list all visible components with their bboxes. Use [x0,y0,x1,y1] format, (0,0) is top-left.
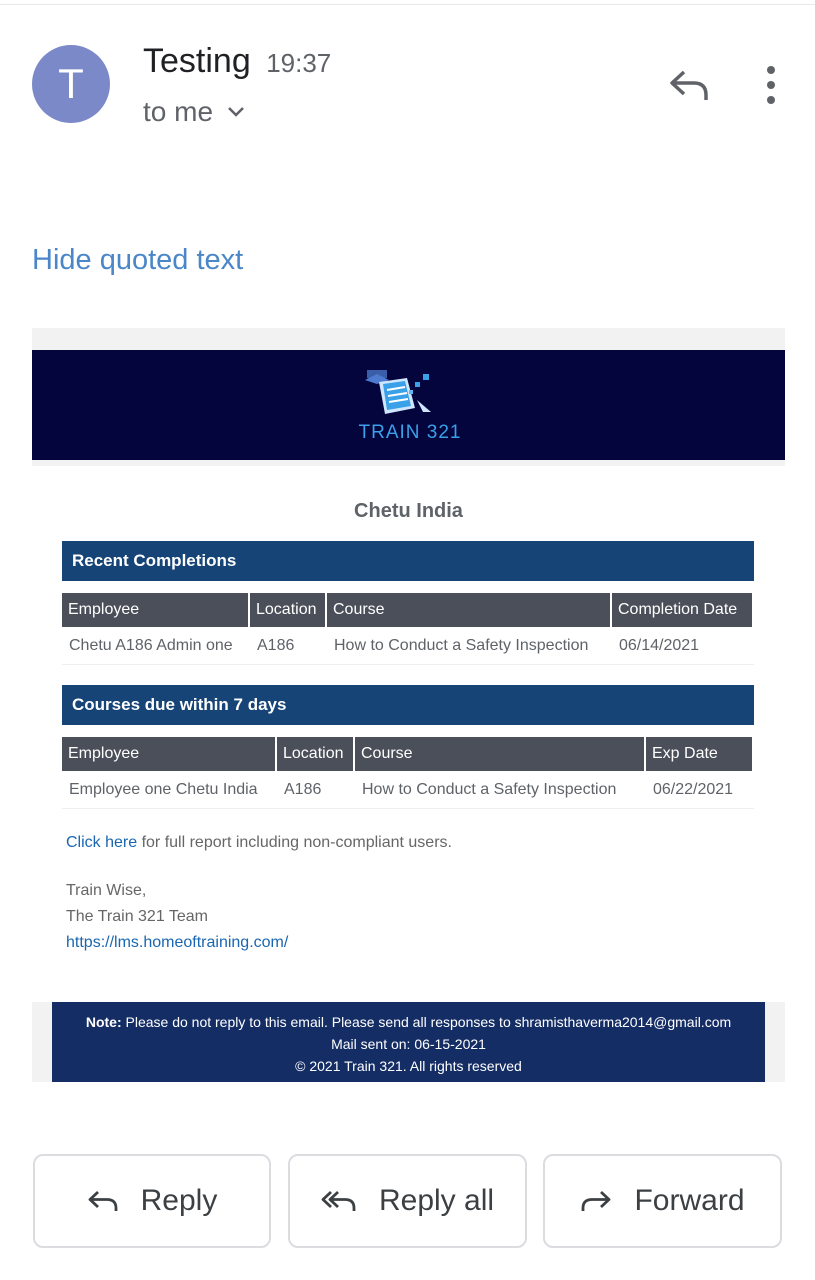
report-note-text: for full report including non-compliant … [137,834,452,851]
table-cell: Employee one Chetu India [69,781,258,798]
table-row: Employee one Chetu India A186 How to Con… [62,771,754,809]
click-here-link[interactable]: Click here [66,834,137,851]
email-content: Chetu India Recent Completions Employee … [32,466,785,1002]
footer-copyright: © 2021 Train 321. All rights reserved [295,1058,522,1074]
chevron-down-icon [228,107,244,117]
reply-icon [88,1190,118,1211]
footer-note: Note: Please do not reply to this email.… [52,1011,765,1033]
forward-button-label: Forward [634,1184,745,1217]
column-header: Course [355,737,644,771]
signoff: Train Wise, [66,882,147,899]
email-footer: Note: Please do not reply to this email.… [52,1002,765,1082]
sender-avatar[interactable]: T [32,45,110,123]
column-header: Location [277,737,353,771]
table-cell: A186 [284,781,322,798]
message-time: 19:37 [266,48,332,78]
team-name: The Train 321 Team [66,908,209,925]
reply-all-button-label: Reply all [378,1184,495,1217]
courses-due-table: Employee Location Course Exp Date Employ… [62,737,754,809]
recent-completions-title: Recent Completions [62,541,754,581]
column-header: Location [250,593,325,627]
train321-logo: TRAIN 321 [359,370,462,443]
table-cell: 06/22/2021 [653,781,734,798]
table-header: Employee Location Course Completion Date [62,593,754,627]
footer-note-label: Note: [85,1014,122,1030]
sender-name: Testing [143,42,251,80]
site-link[interactable]: https://lms.homeoftraining.com/ [66,934,288,952]
recipient-label: to me [143,96,214,127]
reply-button[interactable]: Reply [33,1154,271,1248]
sender-line: Testing 19:37 [143,42,331,81]
organization-name: Chetu India [354,500,463,522]
reply-all-button[interactable]: Reply all [288,1154,527,1248]
reply-button-label: Reply [140,1184,218,1217]
top-divider [0,4,815,5]
report-note: Click here for full report including non… [66,834,452,852]
table-row: Chetu A186 Admin one A186 How to Conduct… [62,627,754,665]
logo-text: TRAIN 321 [359,422,462,443]
reply-all-icon [321,1190,356,1211]
forward-icon [582,1190,611,1211]
forward-button[interactable]: Forward [543,1154,782,1248]
column-header: Course [327,593,610,627]
table-header: Employee Location Course Exp Date [62,737,754,771]
hide-quoted-text-link[interactable]: Hide quoted text [32,244,243,277]
table-cell: How to Conduct a Safety Inspection [334,637,589,654]
table-cell: How to Conduct a Safety Inspection [362,781,617,798]
table-cell: Chetu A186 Admin one [69,637,233,654]
column-header: Completion Date [612,593,752,627]
recent-completions-table: Employee Location Course Completion Date… [62,593,754,665]
footer-sent-date: Mail sent on: 06-15-2021 [331,1036,486,1052]
recipient-toggle[interactable]: to me [143,96,245,128]
column-header: Employee [62,737,275,771]
footer-note-text: Please do not reply to this email. Pleas… [121,1014,732,1030]
column-header: Exp Date [646,737,752,771]
reply-icon[interactable] [668,68,710,104]
table-cell: A186 [257,637,295,654]
courses-due-title: Courses due within 7 days [62,685,754,725]
more-vert-icon[interactable] [761,66,781,106]
table-cell: 06/14/2021 [619,637,700,654]
column-header: Employee [62,593,248,627]
brand-banner: TRAIN 321 [32,350,785,460]
email-body: TRAIN 321 Chetu India Recent Completions… [32,328,785,1082]
